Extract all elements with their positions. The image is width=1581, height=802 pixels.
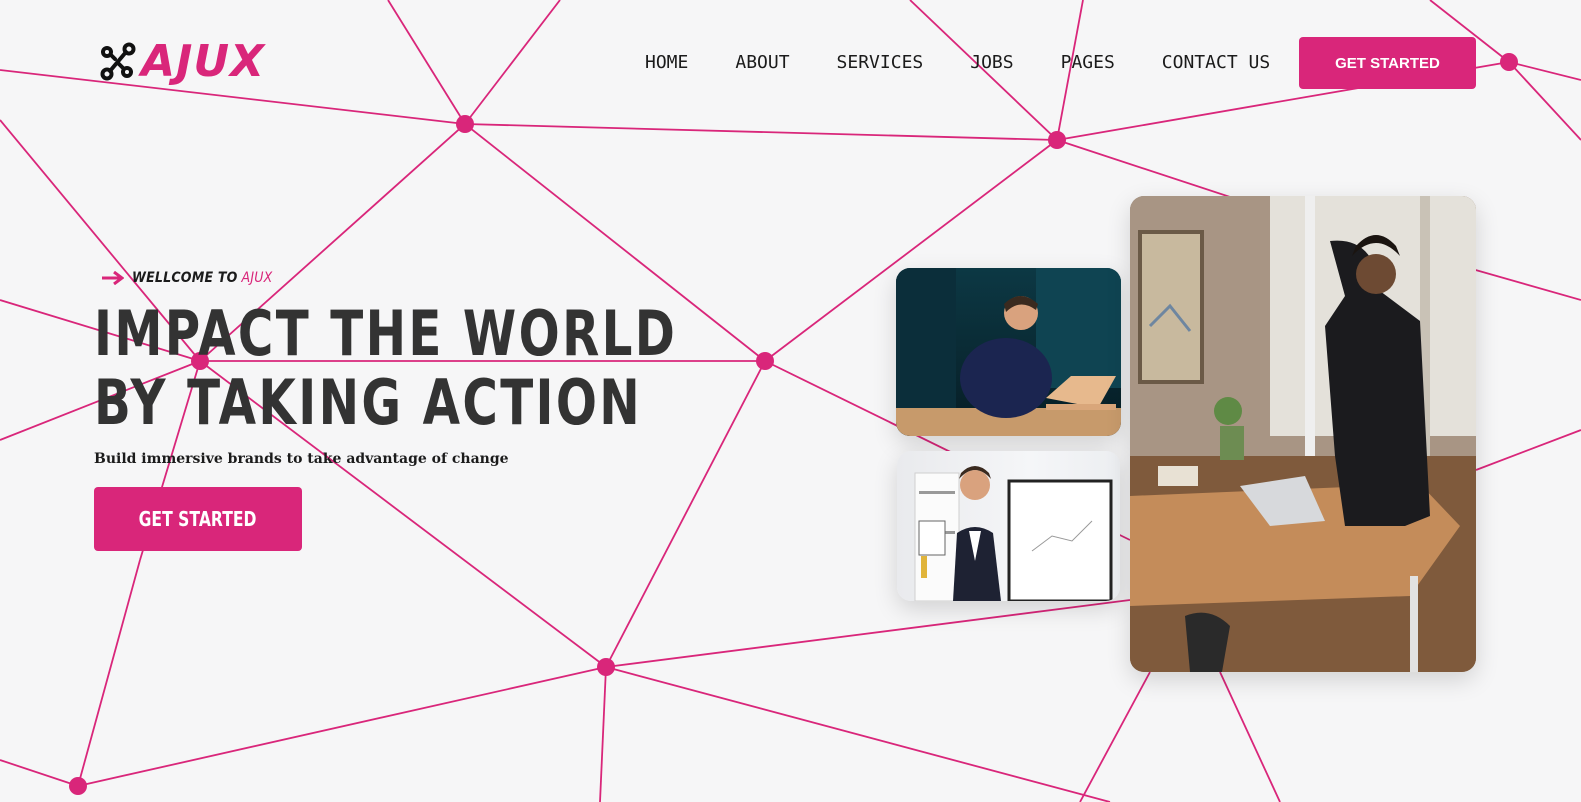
hero-section: WELLCOME TO AJUX IMPACT THE WORLD BY TAKI… (94, 265, 734, 551)
nav-home[interactable]: HOME (645, 52, 688, 74)
network-line (77, 666, 607, 787)
network-node (69, 777, 87, 795)
network-line (605, 666, 1111, 802)
main-nav: HOME ABOUT SERVICES JOBS PAGES CONTACT U… (645, 52, 1270, 74)
circuit-nodes-icon (100, 42, 136, 81)
nav-services[interactable]: SERVICES (837, 52, 924, 74)
headline-line-1: IMPACT THE WORLD (94, 297, 678, 370)
nav-pages[interactable]: PAGES (1061, 52, 1115, 74)
network-line (605, 599, 1131, 668)
hero-cta-label: GET STARTED (139, 507, 257, 531)
eyebrow-label: WELLCOME TO AJUX (132, 270, 273, 286)
network-line (1219, 671, 1281, 802)
network-line (77, 559, 141, 787)
man-standing-at-office-desk-photo (1130, 196, 1476, 672)
network-node (1048, 131, 1066, 149)
logo[interactable]: AJUX (97, 40, 265, 84)
header-get-started-button[interactable]: GET STARTED (1299, 37, 1476, 89)
headline-line-2: BY TAKING ACTION (94, 366, 643, 439)
nav-about[interactable]: ABOUT (735, 52, 789, 74)
man-presenting-flipchart-photo (897, 451, 1120, 601)
man-working-on-laptop-photo (896, 268, 1121, 436)
network-line (0, 759, 79, 787)
eyebrow-prefix: WELLCOME TO (132, 270, 238, 286)
eyebrow-brand: AJUX (241, 270, 273, 286)
network-node (756, 352, 774, 370)
network-line (599, 666, 607, 802)
brand-name: AJUX (141, 36, 266, 87)
hero-headline: IMPACT THE WORLD BY TAKING ACTION (94, 299, 675, 437)
network-line (1079, 671, 1151, 802)
nav-contact-us[interactable]: CONTACT US (1162, 52, 1270, 74)
hero-eyebrow: WELLCOME TO AJUX (102, 265, 734, 291)
network-node (597, 658, 615, 676)
network-line (1475, 429, 1581, 471)
hero-get-started-button[interactable]: GET STARTED (94, 487, 302, 551)
arrow-right-icon (102, 271, 124, 285)
nav-jobs[interactable]: JOBS (970, 52, 1013, 74)
site-header: AJUX HOME ABOUT SERVICES JOBS PAGES CONT… (0, 0, 1581, 130)
hero-subtitle: Build immersive brands to take advantage… (94, 451, 509, 467)
